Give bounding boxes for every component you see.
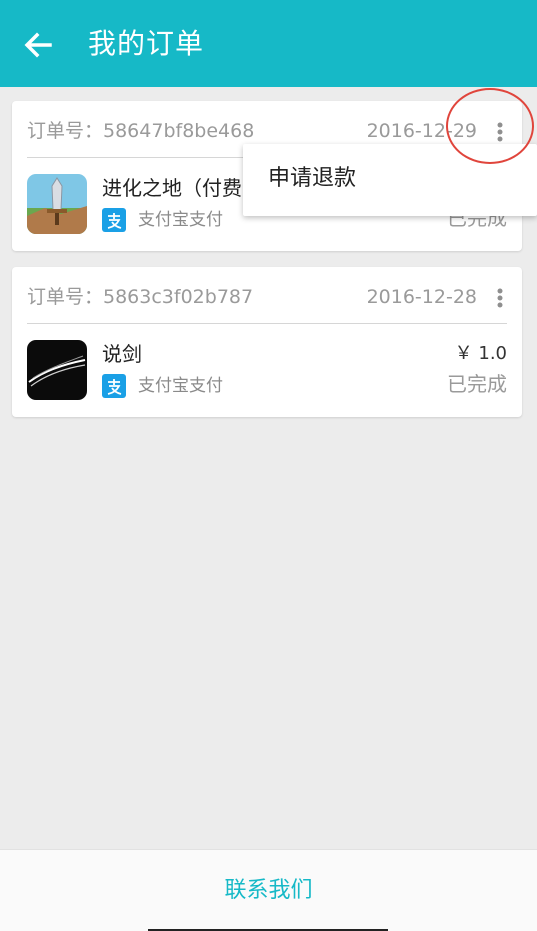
order-date: 2016-12-28 (366, 286, 477, 308)
sword-slash-app-icon (27, 340, 87, 400)
order-number: 订单号：5863c3f02b787 (27, 286, 254, 308)
order-date: 2016-12-29 (366, 120, 477, 142)
alipay-icon (102, 374, 126, 398)
more-vert-icon[interactable] (493, 117, 507, 145)
alipay-icon (102, 208, 126, 232)
payment-method: 支付宝支付 (138, 376, 223, 396)
divider (27, 323, 507, 324)
app-name: 说剑 (102, 342, 142, 366)
menu-item-request-refund[interactable]: 申请退款 (268, 162, 356, 196)
sword-game-app-icon (27, 174, 87, 234)
page-title: 我的订单 (88, 27, 205, 60)
order-number: 订单号：58647bf8be468 (27, 120, 255, 142)
overflow-popup-menu: 申请退款 (243, 144, 537, 216)
bottom-bar: 联系我们 (0, 849, 537, 931)
app-name: 进化之地（付费 (102, 176, 242, 200)
order-price: ￥ 1.0 (454, 343, 507, 364)
more-vert-icon[interactable] (493, 283, 507, 311)
order-card[interactable]: 订单号：5863c3f02b787 2016-12-28 说剑 支付宝支付 ￥ … (12, 267, 522, 417)
app-bar: 我的订单 (0, 0, 537, 87)
contact-us-button[interactable]: 联系我们 (0, 850, 537, 931)
back-arrow-icon[interactable] (20, 26, 58, 64)
payment-method: 支付宝支付 (138, 210, 223, 230)
order-status: 已完成 (447, 372, 507, 396)
